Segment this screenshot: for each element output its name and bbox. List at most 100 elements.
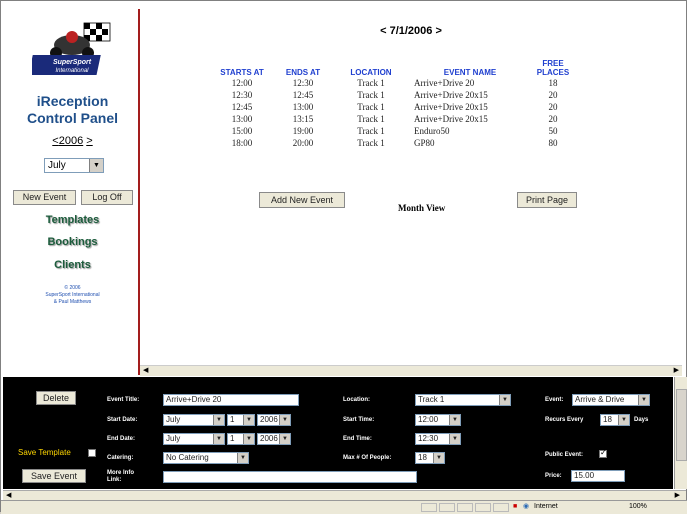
new-event-button[interactable]: New Event [13, 190, 76, 205]
max-people-value: 18 [418, 453, 427, 462]
status-cell [475, 503, 491, 512]
cell-ends-at: 13:15 [292, 114, 314, 124]
sidebar-item-bookings[interactable]: Bookings [7, 236, 138, 248]
form-vertical-scrollbar[interactable] [674, 377, 687, 489]
cell-event-name: Arrive+Drive 20x15 [414, 90, 488, 100]
catering-select[interactable]: No Catering ▼ [163, 452, 249, 464]
scroll-left-icon[interactable]: ◀ [143, 366, 148, 376]
col-ends-at: ENDS AT [285, 68, 321, 77]
chevron-down-icon[interactable]: ▼ [638, 395, 649, 405]
logo-text-1: SuperSport [53, 59, 92, 66]
chevron-down-icon[interactable]: ▼ [279, 415, 290, 425]
app-title-line1: iReception [36, 93, 109, 109]
cell-location: Track 1 [357, 114, 385, 124]
save-template-checkbox[interactable] [88, 449, 96, 457]
end-day-value: 1 [230, 434, 235, 443]
chevron-down-icon[interactable]: ▼ [243, 434, 254, 444]
start-day-select[interactable]: 1 ▼ [227, 414, 255, 426]
cell-free-places: 50 [548, 126, 558, 136]
end-day-select[interactable]: 1 ▼ [227, 433, 255, 445]
sidebar-item-templates[interactable]: Templates [7, 214, 138, 226]
recurs-value: 18 [603, 415, 612, 424]
internet-zone-label: Internet [534, 503, 558, 510]
catering-value: No Catering [166, 453, 209, 462]
cell-event-name: Arrive+Drive 20 [414, 78, 475, 88]
table-row[interactable]: 12:00 12:30 Track 1 Arrive+Drive 20 18 [210, 77, 576, 89]
cell-location: Track 1 [357, 90, 385, 100]
location-value: Track 1 [418, 395, 445, 404]
start-year-value: 2006 [260, 415, 278, 424]
end-year-select[interactable]: 2006 ▼ [257, 433, 291, 445]
year-nav: <2006 > [7, 135, 138, 147]
cell-starts-at: 18:00 [231, 138, 253, 148]
start-month-value: July [166, 415, 181, 424]
scroll-right-icon[interactable]: ▶ [674, 366, 679, 376]
chevron-down-icon[interactable]: ▼ [89, 159, 103, 172]
recurs-select[interactable]: 18 ▼ [600, 414, 630, 426]
chevron-down-icon[interactable]: ▼ [618, 415, 629, 425]
checkered-flag-icon [83, 22, 111, 42]
supersport-logo: SuperSport International [32, 21, 116, 79]
month-view-link[interactable]: Month View [398, 203, 445, 213]
chevron-down-icon[interactable]: ▼ [449, 434, 460, 444]
save-event-button[interactable]: Save Event [22, 469, 86, 483]
price-input[interactable]: 15.00 [571, 470, 625, 482]
start-month-select[interactable]: July ▼ [163, 414, 225, 426]
col-free-places: FREE PLACES [536, 59, 570, 77]
chevron-down-icon[interactable]: ▼ [279, 434, 290, 444]
chevron-down-icon[interactable]: ▼ [213, 415, 224, 425]
location-select[interactable]: Track 1 ▼ [415, 394, 511, 406]
table-row[interactable]: 18:00 20:00 Track 1 GP80 80 [210, 137, 576, 149]
add-new-event-button[interactable]: Add New Event [259, 192, 345, 208]
chevron-down-icon[interactable]: ▼ [499, 395, 510, 405]
chevron-down-icon[interactable]: ▼ [433, 453, 444, 463]
logoff-button[interactable]: Log Off [81, 190, 133, 205]
browser-window: SuperSport International iReception Cont… [0, 0, 687, 514]
event-type-select[interactable]: Arrive & Drive ▼ [572, 394, 650, 406]
chevron-down-icon[interactable]: ▼ [243, 415, 254, 425]
cell-free-places: 20 [548, 90, 558, 100]
copyright: © 2006 SuperSport International & Paul M… [7, 285, 138, 306]
delete-button[interactable]: Delete [36, 391, 76, 405]
event-title-input[interactable]: Arrive+Drive 20 [163, 394, 299, 406]
chevron-down-icon[interactable]: ▼ [449, 415, 460, 425]
chevron-down-icon[interactable]: ▼ [237, 453, 248, 463]
end-month-select[interactable]: July ▼ [163, 433, 225, 445]
public-event-checkbox[interactable] [599, 448, 607, 458]
cell-free-places: 20 [548, 114, 558, 124]
event-type-label: Event: [545, 397, 564, 403]
start-year-select[interactable]: 2006 ▼ [257, 414, 291, 426]
lock-icon: ■ [513, 503, 518, 510]
chevron-down-icon[interactable]: ▼ [213, 434, 224, 444]
zoom-level[interactable]: 100% [629, 503, 647, 510]
more-info-label: More Info Link: [107, 470, 134, 484]
sidebar-item-clients[interactable]: Clients [7, 259, 138, 271]
cell-free-places: 18 [548, 78, 558, 88]
table-row[interactable]: 12:30 12:45 Track 1 Arrive+Drive 20x15 20 [210, 89, 576, 101]
year-next-link[interactable]: > [86, 135, 92, 147]
cell-free-places: 80 [548, 138, 558, 148]
print-page-button[interactable]: Print Page [517, 192, 577, 208]
date-nav[interactable]: < 7/1/2006 > [140, 25, 682, 37]
more-info-link-input[interactable] [163, 471, 417, 483]
max-people-select[interactable]: 18 ▼ [415, 452, 445, 464]
cell-ends-at: 19:00 [292, 126, 314, 136]
year-label: 2006 [58, 135, 84, 147]
event-type-value: Arrive & Drive [575, 395, 625, 404]
events-table: STARTS AT ENDS AT LOCATION EVENT NAME FR… [210, 57, 576, 149]
scrollbar-thumb[interactable] [676, 389, 687, 461]
col-event-name: EVENT NAME [443, 68, 497, 77]
table-row[interactable]: 15:00 19:00 Track 1 Enduro50 50 [210, 125, 576, 137]
app-title: iReception Control Panel [7, 93, 138, 127]
top-horizontal-scrollbar[interactable]: ◀ ▶ [140, 365, 682, 376]
table-row[interactable]: 12:45 13:00 Track 1 Arrive+Drive 20x15 20 [210, 101, 576, 113]
copyright-line1: © 2006 [64, 285, 81, 291]
end-time-select[interactable]: 12:30 ▼ [415, 433, 461, 445]
cell-location: Track 1 [357, 126, 385, 136]
price-label: Price: [545, 473, 562, 479]
table-row[interactable]: 13:00 13:15 Track 1 Arrive+Drive 20x15 20 [210, 113, 576, 125]
more-info-label-line2: Link: [107, 477, 122, 483]
start-time-select[interactable]: 12:00 ▼ [415, 414, 461, 426]
month-select[interactable]: July ▼ [44, 158, 104, 173]
cell-event-name: GP80 [414, 138, 435, 148]
